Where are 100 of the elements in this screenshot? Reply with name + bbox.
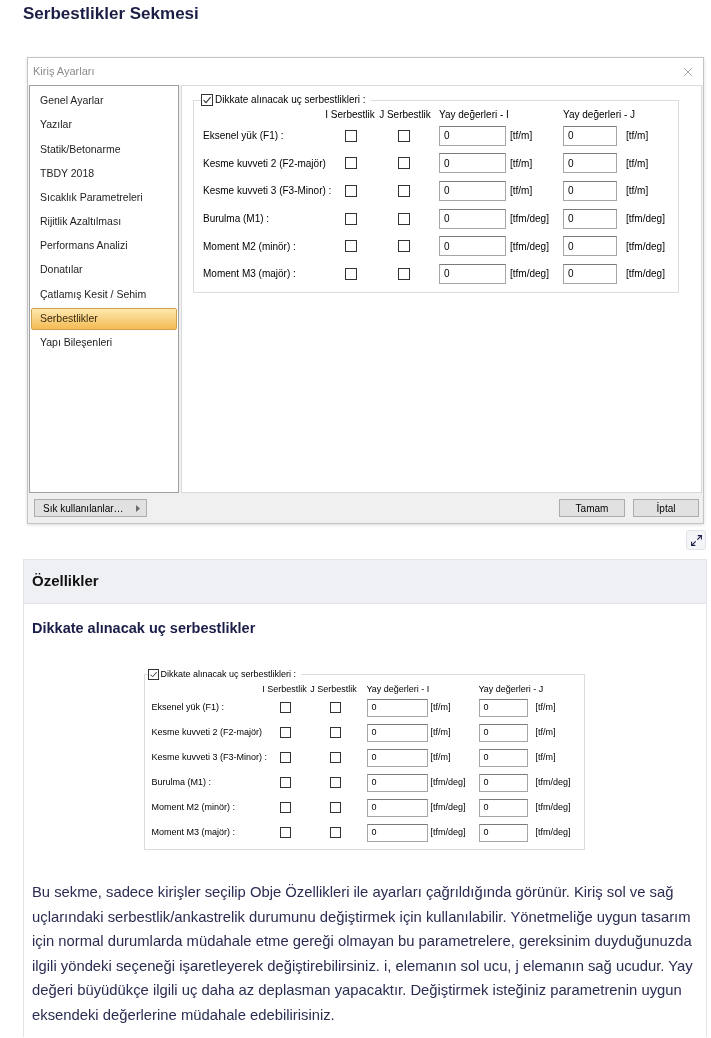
row-label: Burulma (M1) :: [203, 212, 271, 227]
spring-value-field[interactable]: 0: [366, 698, 428, 717]
checkbox[interactable]: [345, 267, 357, 280]
unit-label: [tfm/deg]: [430, 801, 466, 812]
dialog-button[interactable]: İptal: [633, 499, 699, 517]
column-header: J Serbestlik: [378, 108, 432, 122]
unit-label: [tf/m]: [510, 185, 533, 197]
checkbox[interactable]: [201, 94, 213, 106]
spring-value-field[interactable]: 0: [563, 181, 617, 201]
row-label: Eksenel yük (F1) :: [203, 129, 285, 144]
spring-value-field[interactable]: 0: [439, 181, 506, 201]
checkmark-icon: [202, 95, 212, 105]
checkbox[interactable]: [345, 212, 357, 225]
checkbox[interactable]: [398, 212, 410, 225]
page-title: Serbestlikler Sekmesi: [23, 3, 199, 24]
spring-value-field[interactable]: 0: [478, 798, 528, 817]
spring-value-field[interactable]: 0: [366, 723, 428, 742]
checkbox[interactable]: [345, 185, 357, 197]
spring-value-field[interactable]: 0: [563, 153, 617, 174]
spring-value-field[interactable]: 0: [439, 125, 506, 146]
checkbox[interactable]: [398, 185, 410, 197]
sidebar-item[interactable]: Yazılar: [31, 114, 177, 137]
checkbox[interactable]: [345, 129, 357, 142]
checkbox[interactable]: [280, 777, 291, 788]
checkbox[interactable]: [330, 827, 341, 838]
unit-label: [tfm/deg]: [510, 213, 549, 225]
sidebar-item[interactable]: Genel Ayarlar: [31, 90, 177, 112]
spring-value-field[interactable]: 0: [439, 236, 506, 257]
row-label: Moment M2 (minör) :: [151, 800, 236, 814]
spring-value-field[interactable]: 0: [366, 798, 428, 817]
unit-label: [tf/m]: [430, 751, 451, 762]
spring-value-field[interactable]: 0: [563, 125, 617, 146]
spring-value-field[interactable]: 0: [478, 723, 528, 742]
description-paragraph: Bu sekme, sadece kirişler seçilip Obje Özellikleri ile ayarları çağrıldığında görünür. Kiriş sol ve sağ uçlarındaki serbestlik/ankastrelik durumunu değiştirmek için kullanılabilir. Yönetmeliğe uygun tasarım için normal durumlarda müdahale etme gereği olmayan bu parametrelere, gereksinim duyduğunuzda ilgili yöndeki seçeneği işaretleyerek değiştirebilirsiniz. i, elemanın sol ucu, j elemanın sağ ucudur. Yay değeri büyüdükçe ilgili uç daha az deplasman yapacaktır. Değiştirmek isteğiniz parametrenin uygun eksendeki değerlerine müdahale edebilirisiniz.: [32, 883, 694, 1025]
spring-value-field[interactable]: 0: [366, 748, 428, 767]
spring-value-field[interactable]: 0: [366, 823, 428, 842]
spring-value-field[interactable]: 0: [366, 773, 428, 792]
spring-value-field[interactable]: 0: [563, 263, 617, 284]
checkbox[interactable]: [345, 240, 357, 253]
row-label: Moment M3 (majör) :: [203, 267, 297, 282]
row-label: Moment M2 (minör) :: [203, 239, 297, 254]
unit-label: [tf/m]: [430, 701, 451, 712]
unit-label: [tfm/deg]: [510, 240, 549, 252]
spring-value-field[interactable]: 0: [563, 208, 617, 229]
spring-value-field[interactable]: 0: [478, 748, 528, 767]
unit-label: [tfm/deg]: [626, 240, 665, 252]
row-label: Burulma (M1) :: [151, 775, 212, 789]
unit-label: [tfm/deg]: [626, 213, 665, 225]
checkbox[interactable]: [345, 157, 357, 170]
checkbox[interactable]: [398, 267, 410, 280]
checkbox[interactable]: [280, 827, 291, 838]
unit-label: [tf/m]: [535, 701, 556, 712]
sidebar-item[interactable]: Rijitlik Azaltılması: [31, 210, 177, 233]
column-header: I Serbestlik: [324, 108, 376, 122]
spring-value-field[interactable]: 0: [478, 773, 528, 792]
spring-value-field[interactable]: 0: [478, 698, 528, 717]
sidebar-item[interactable]: Statik/Betonarme: [31, 138, 177, 161]
dialog-button[interactable]: Tamam: [559, 499, 625, 517]
checkmark-icon: [148, 669, 158, 679]
unit-label: [tfm/deg]: [430, 826, 466, 837]
spring-value-field[interactable]: 0: [439, 208, 506, 229]
unit-label: [tfm/deg]: [535, 801, 571, 812]
sidebar-item[interactable]: Çatlamış Kesit / Sehim: [31, 283, 177, 306]
sidebar-item[interactable]: Sıcaklık Parametreleri: [31, 186, 177, 209]
spring-value-field[interactable]: 0: [478, 823, 528, 842]
spring-value-field[interactable]: 0: [439, 153, 506, 174]
favorites-button[interactable]: Sık kullanılanlar…: [34, 499, 147, 517]
sidebar-item[interactable]: TBDY 2018: [31, 162, 177, 185]
unit-label: [tf/m]: [430, 726, 451, 737]
checkbox[interactable]: [398, 129, 410, 142]
unit-label: [tf/m]: [535, 726, 556, 737]
unit-label: [tf/m]: [535, 751, 556, 762]
checkbox[interactable]: [398, 240, 410, 253]
checkbox[interactable]: [280, 802, 291, 813]
checkbox[interactable]: [280, 727, 291, 738]
sidebar-item[interactable]: Performans Analizi: [31, 235, 177, 258]
checkbox[interactable]: [330, 802, 341, 813]
checkbox[interactable]: [330, 752, 341, 763]
unit-label: [tf/m]: [626, 130, 649, 142]
expand-button[interactable]: [686, 530, 706, 550]
group-legend: Dikkate alınacak uç serbestlikleri :: [160, 668, 297, 680]
sidebar-item[interactable]: Donatılar: [31, 259, 177, 282]
checkbox[interactable]: [330, 702, 341, 713]
sidebar-item[interactable]: Serbestlikler: [31, 307, 177, 330]
column-header: Yay değerleri - J: [563, 108, 636, 122]
subsection-title: Dikkate alınacak uç serbestlikler: [32, 619, 256, 638]
column-header: Yay değerleri - I: [439, 108, 510, 122]
checkbox[interactable]: [398, 157, 410, 170]
checkbox[interactable]: [280, 702, 291, 713]
spring-value-field[interactable]: 0: [563, 236, 617, 257]
spring-value-field[interactable]: 0: [439, 263, 506, 284]
checkbox[interactable]: [280, 752, 291, 763]
checkbox[interactable]: [330, 777, 341, 788]
dialog-title: Kiriş Ayarları: [33, 64, 95, 80]
unit-label: [tf/m]: [510, 157, 533, 169]
checkbox[interactable]: [147, 668, 159, 680]
column-header: I Serbestlik: [261, 683, 308, 695]
sidebar-item[interactable]: Yapı Bileşenleri: [31, 331, 177, 354]
checkbox[interactable]: [330, 727, 341, 738]
unit-label: [tfm/deg]: [430, 776, 466, 787]
